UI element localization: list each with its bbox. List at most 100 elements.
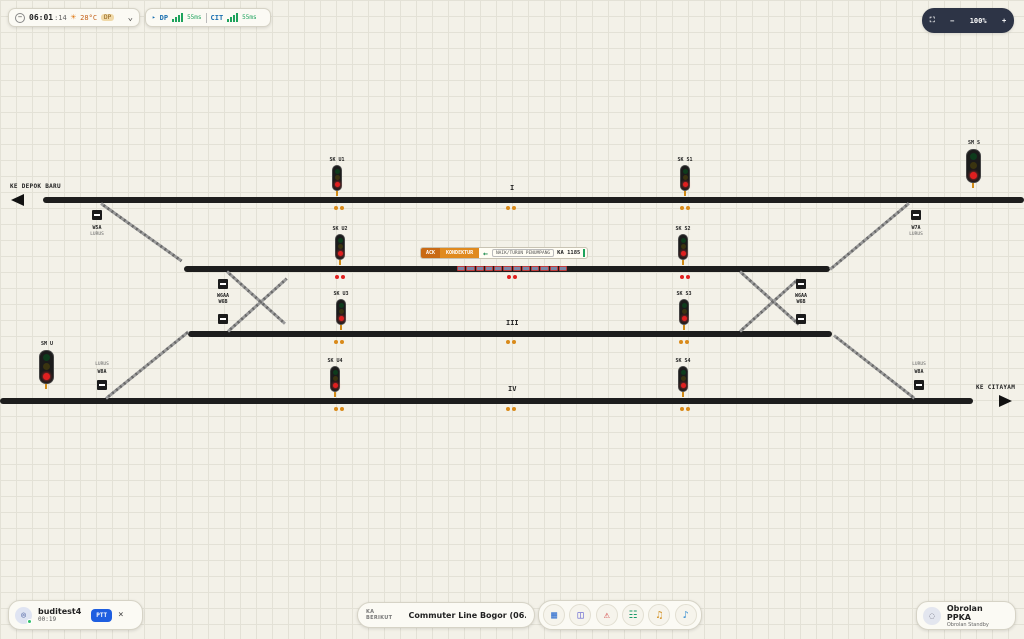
sun-icon: ☀ (70, 12, 77, 23)
latency-dp: 55ms (187, 14, 202, 21)
switch-state: LURUS (90, 232, 104, 237)
switch-toggle-w6b-right[interactable] (796, 314, 806, 324)
destination-east: KE CITAYAM (976, 384, 1016, 391)
switch-label: W6AA W6B (216, 293, 230, 305)
calendar-icon[interactable]: ▦ (543, 604, 566, 626)
switch-label: W8A (914, 369, 924, 375)
arrow-left-icon: ← (483, 248, 488, 258)
signal-stem (682, 392, 684, 397)
chat-subtitle: Obrolan Standby (946, 621, 989, 628)
signal-stem (45, 384, 47, 389)
avatar: ⌾ (15, 606, 32, 624)
signal-stem (334, 392, 336, 397)
track-3[interactable] (188, 331, 832, 337)
arrow-left-icon (11, 194, 24, 206)
switch-line (738, 270, 800, 326)
signal-sk-u3[interactable] (336, 299, 346, 325)
switch-label: W8A (97, 369, 107, 375)
signal-sk-u4[interactable] (330, 366, 340, 392)
switch-toggle-w6a-right[interactable] (796, 279, 806, 289)
signal-sk-s4[interactable] (678, 366, 688, 392)
action-pill: NAIK/TURUN PENUMPANG (491, 249, 555, 257)
alert-icon[interactable]: ⚠ (595, 604, 618, 626)
signal-stem (340, 325, 342, 330)
signal-label: SK S3 (676, 291, 692, 297)
switch-state: LURUS (95, 362, 109, 367)
clock-panel: − 06:01 :14 ☀ 28°C DP ⌄ (8, 8, 140, 27)
next-train-value: Commuter Line Bogor (06... (408, 610, 527, 620)
zoom-level: 100% (969, 16, 987, 25)
signal-indicator (334, 407, 344, 411)
next-train-label: KA BERIKUT (366, 609, 393, 621)
signal-indicator (680, 407, 690, 411)
close-icon[interactable]: × (118, 610, 123, 620)
clock-time: 06:01 (29, 13, 54, 22)
signal-label: SK U4 (327, 358, 343, 364)
switch-line (226, 277, 288, 333)
signal-sm-s[interactable] (966, 149, 981, 183)
track-4[interactable] (0, 398, 973, 404)
switch-toggle-w6a-left[interactable] (218, 279, 228, 289)
signal-sk-s3[interactable] (679, 299, 689, 325)
radio-icon: ⌾ (21, 610, 26, 620)
station-name-dp: DP (159, 13, 169, 22)
signal-indicator (679, 340, 689, 344)
signal-sk-s2[interactable] (678, 234, 688, 260)
train-number: KA 1185 (557, 250, 581, 256)
signal-bars-icon (227, 13, 239, 22)
switch-toggle-w8a-left[interactable] (97, 380, 107, 390)
signal-bars-icon (172, 13, 184, 22)
station-tag: DP (101, 14, 115, 21)
signal-sk-s1[interactable] (680, 165, 690, 191)
fit-view-icon[interactable]: ⛶ (930, 16, 935, 25)
switch-toggle-w7a[interactable] (911, 210, 921, 220)
ptt-panel: ⌾ buditest4 00:19 PTT × (8, 600, 143, 630)
chevron-down-icon[interactable]: ⌄ (128, 13, 133, 23)
signal-sk-u2[interactable] (335, 234, 345, 260)
signal-stem (683, 325, 685, 330)
track-1[interactable] (43, 197, 1024, 203)
chat-title: Obrolan PPKA (946, 603, 983, 622)
signal-label: SK U1 (329, 157, 345, 163)
ack-button[interactable]: ACK (421, 248, 441, 258)
switch-label: W5A (92, 225, 102, 231)
signal-indicator (680, 275, 690, 279)
switch-state: LURUS (912, 362, 926, 367)
zoom-controls: ⛶ − 100% + (922, 8, 1014, 33)
book-icon[interactable]: ◫ (569, 604, 592, 626)
temperature: 28°C (80, 13, 98, 22)
bell-icon[interactable]: ♫ (648, 604, 671, 626)
chat-icon: ◌ (923, 606, 941, 625)
station-name-cit: CIT (210, 13, 224, 22)
signal-sk-u1[interactable] (332, 165, 342, 191)
signal-sm-u[interactable] (39, 350, 54, 384)
switch-label: W7A (911, 225, 921, 231)
online-indicator (27, 618, 32, 624)
signal-indicator (334, 206, 344, 210)
collapse-button[interactable]: − (15, 12, 25, 23)
track-label-i: I (510, 184, 515, 192)
zoom-in-button[interactable]: + (1002, 17, 1006, 25)
session-time: 00:19 (38, 616, 57, 623)
music-icon[interactable]: ♪ (674, 604, 697, 626)
switch-toggle-w6b-left[interactable] (218, 314, 228, 324)
destination-west: KE DEPOK BARU (10, 183, 61, 190)
signal-stem (684, 191, 686, 196)
signal-indicator (335, 275, 345, 279)
train-info-bar[interactable]: ACK KONDEKTUR ← NAIK/TURUN PENUMPANG KA … (420, 247, 589, 259)
clock-seconds: :14 (54, 13, 67, 22)
train-on-track[interactable] (457, 266, 567, 271)
role-badge: KONDEKTUR (440, 248, 480, 258)
track-label-iv: IV (508, 385, 517, 393)
ptt-button[interactable]: PTT (91, 608, 113, 622)
zoom-out-button[interactable]: − (950, 17, 954, 25)
signal-indicator (334, 340, 344, 344)
chat-panel[interactable]: ◌ Obrolan PPKA Obrolan Standby (916, 601, 1016, 630)
next-train-panel[interactable]: KA BERIKUT Commuter Line Bogor (06... (357, 602, 535, 628)
sliders-icon[interactable]: ☷ (622, 604, 645, 626)
switch-toggle-w8a-right[interactable] (914, 380, 924, 390)
divider (205, 12, 207, 23)
switch-toggle-w5a[interactable] (92, 210, 102, 220)
switch-label: W6AA W6B (794, 293, 808, 305)
latency-cit: 55ms (242, 14, 257, 21)
